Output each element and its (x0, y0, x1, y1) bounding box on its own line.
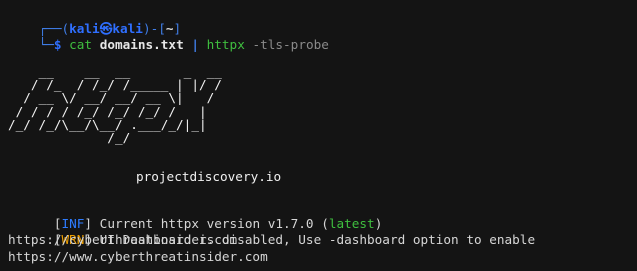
prompt-cwd: ~ (165, 21, 174, 37)
info-text: Current httpx version v1.7.0 ( (92, 216, 329, 232)
info-tag: INF (61, 216, 85, 232)
latest-label: latest (328, 216, 375, 232)
command-arg-file: domains.txt (99, 37, 184, 53)
command-httpx: httpx (206, 37, 253, 53)
projectdiscovery-credit: projectdiscovery.io (136, 169, 282, 184)
prompt-frame-bottom: └─ (38, 37, 54, 53)
prompt-header-line: ┌──(kali㉿kali)-[~] (8, 5, 637, 36)
command-pipe: | (183, 37, 207, 53)
command-flag: -tls-probe (252, 37, 329, 53)
prompt-symbol: $ (53, 37, 70, 53)
prompt-user: kali (69, 21, 100, 37)
prompt-frame-end: ] (173, 21, 182, 37)
log-tag-close: ] (84, 216, 93, 232)
info-text-end: ) (374, 216, 383, 232)
terminal-scrollbar[interactable] (631, 0, 637, 271)
result-url[interactable]: https://www.cyberthreatinsider.com (8, 249, 535, 265)
prompt-frame-mid: )-[ (142, 21, 166, 37)
prompt-host: kali (112, 21, 143, 37)
command-cat: cat (69, 37, 100, 53)
prompt-at-symbol: ㉿ (99, 21, 113, 37)
terminal-window[interactable]: ┌──(kali㉿kali)-[~] └─$ cat domains.txt |… (0, 0, 637, 271)
output-log: [INF] Current httpx version v1.7.0 (late… (8, 200, 535, 265)
httpx-ascii-logo: __ __ __ _ __ / /_ / /_/ /_____ | |/ / /… (8, 64, 222, 146)
prompt-frame-top: ┌──( (38, 21, 70, 37)
log-line-info: [INF] Current httpx version v1.7.0 (late… (8, 200, 535, 231)
